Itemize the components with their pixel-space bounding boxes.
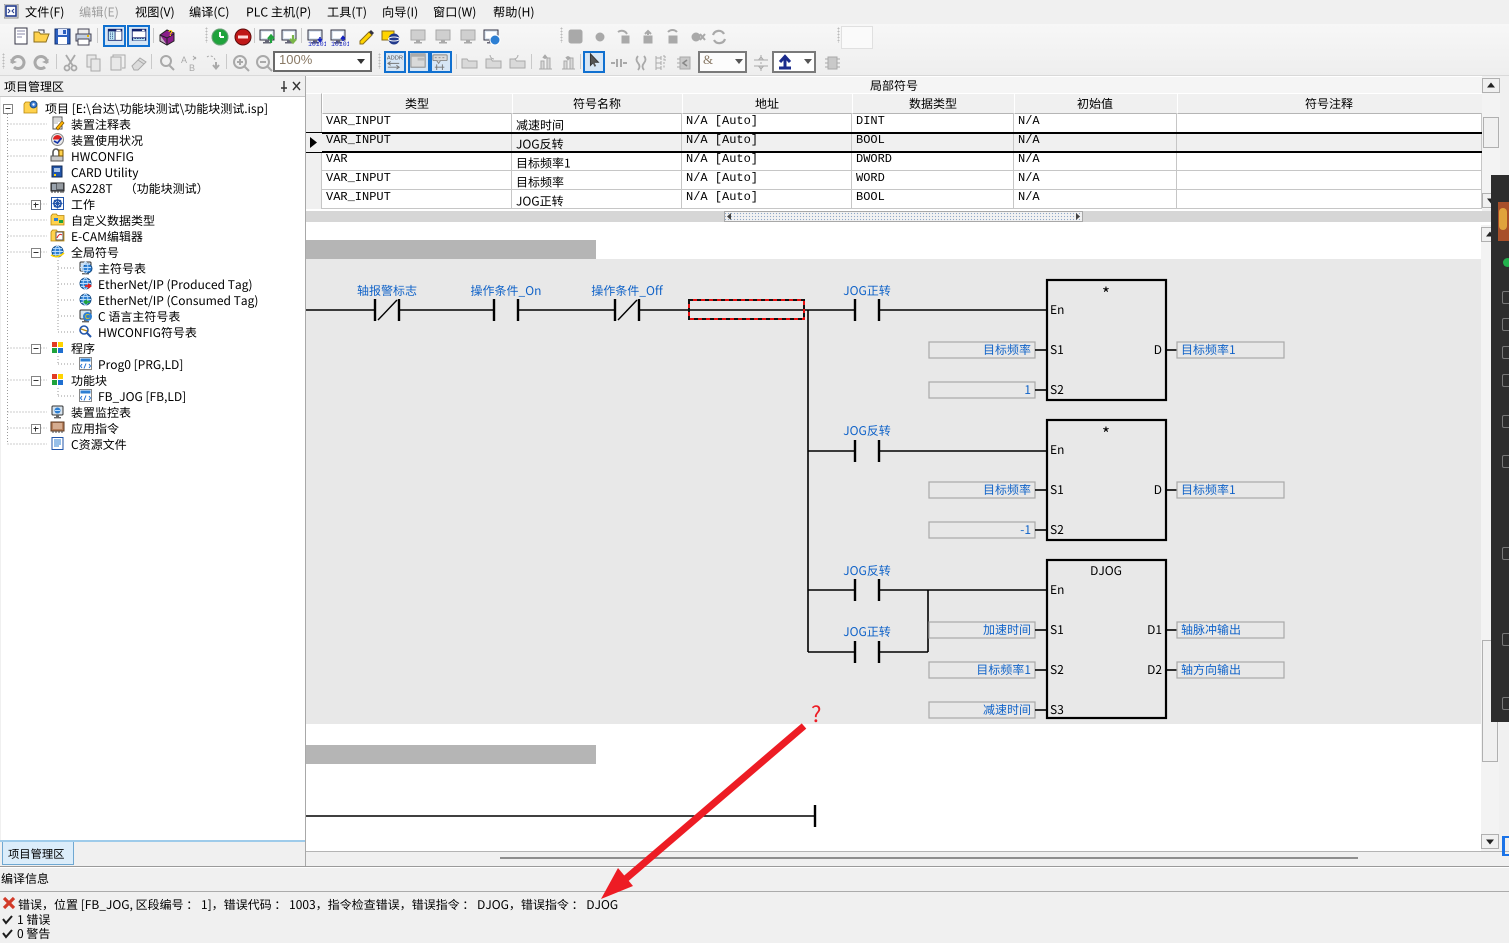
- svg-text:A: A: [181, 55, 187, 65]
- svg-text:C: C: [85, 314, 90, 321]
- svg-text:B: B: [189, 63, 195, 73]
- svg-text:ADDR: ADDR: [387, 56, 403, 62]
- svg-text:10101: 10101: [308, 41, 326, 47]
- svg-text:?: ?: [168, 29, 173, 38]
- svg-text:10101: 10101: [331, 41, 349, 47]
